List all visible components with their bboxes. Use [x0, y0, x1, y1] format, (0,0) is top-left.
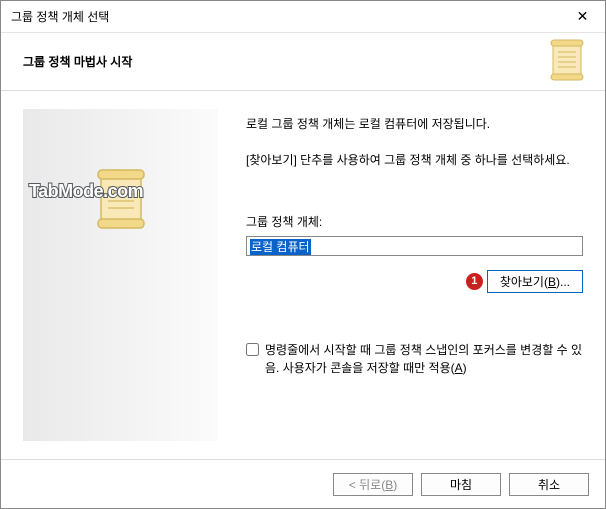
back-button-label: < 뒤로(B)	[349, 476, 397, 493]
description-line-1: 로컬 그룹 정책 개체는 로컬 컴퓨터에 저장됩니다.	[246, 115, 583, 133]
browse-button[interactable]: 찾아보기(B)...	[487, 270, 583, 293]
cancel-button[interactable]: 취소	[509, 473, 589, 496]
focus-checkbox-label: 명령줄에서 시작할 때 그룹 정책 스냅인의 포커스를 변경할 수 있음. 사용…	[265, 341, 583, 377]
description-line-2: [찾아보기] 단추를 사용하여 그룹 정책 개체 중 하나를 선택하세요.	[246, 151, 583, 169]
back-button: < 뒤로(B)	[333, 473, 413, 496]
focus-checkbox[interactable]	[246, 343, 259, 356]
window-title: 그룹 정책 개체 선택	[11, 8, 109, 25]
browse-button-label: 찾아보기(B)...	[500, 273, 570, 290]
gpo-input-value: 로컬 컴퓨터	[250, 239, 311, 255]
gpo-input[interactable]: 로컬 컴퓨터	[246, 236, 583, 256]
wizard-header: 그룹 정책 마법사 시작	[1, 33, 605, 91]
wizard-footer: < 뒤로(B) 마침 취소	[1, 459, 605, 508]
annotation-badge-1: 1	[466, 273, 483, 290]
browse-row: 1 찾아보기(B)...	[246, 270, 583, 293]
wizard-subtitle: 그룹 정책 마법사 시작	[23, 53, 132, 70]
gpo-field-label: 그룹 정책 개체:	[246, 213, 583, 230]
close-button[interactable]: ✕	[560, 1, 605, 32]
content-area: TabMode.com 로컬 그룹 정책 개체는 로컬 컴퓨터에 저장됩니다. …	[1, 91, 605, 459]
wizard-sidebar-image: TabMode.com	[23, 109, 218, 441]
watermark-text: TabMode.com	[29, 181, 143, 202]
titlebar: 그룹 정책 개체 선택 ✕	[1, 1, 605, 33]
wizard-main: 로컬 그룹 정책 개체는 로컬 컴퓨터에 저장됩니다. [찾아보기] 단추를 사…	[218, 91, 605, 459]
focus-checkbox-row[interactable]: 명령줄에서 시작할 때 그룹 정책 스냅인의 포커스를 변경할 수 있음. 사용…	[246, 341, 583, 377]
scroll-icon	[547, 38, 587, 85]
close-icon: ✕	[577, 8, 589, 25]
finish-button[interactable]: 마침	[421, 473, 501, 496]
